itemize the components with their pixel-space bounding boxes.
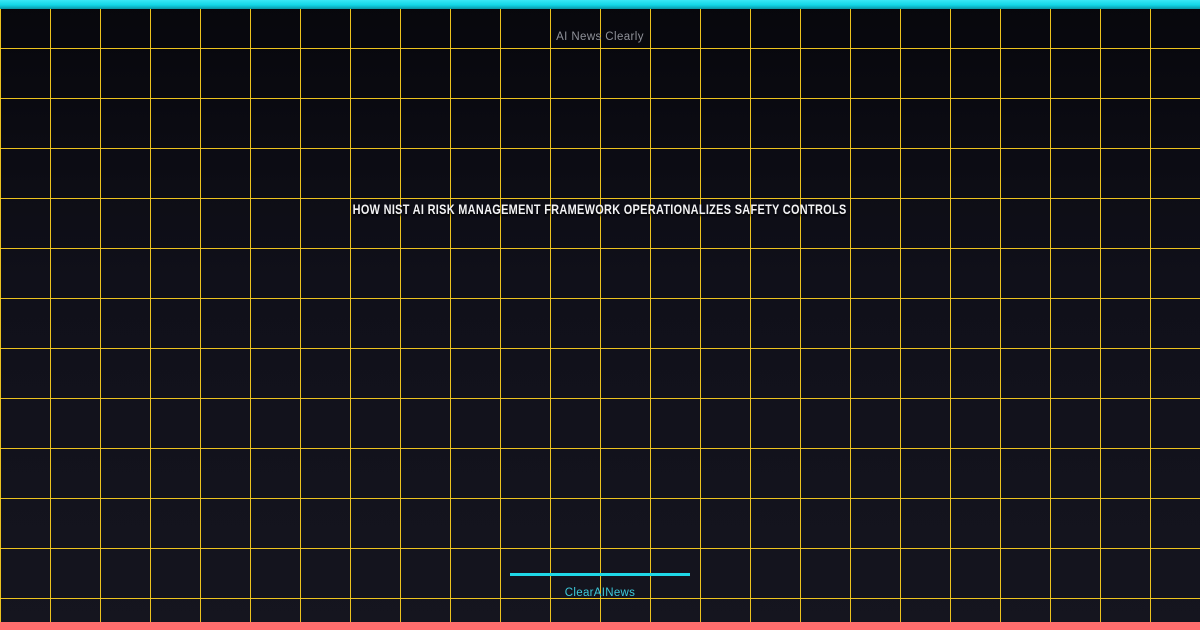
headline-title: HOW NIST AI RISK MANAGEMENT FRAMEWORK OP…: [353, 201, 847, 217]
site-label: AI News Clearly: [556, 31, 644, 43]
headline-container: HOW NIST AI RISK MANAGEMENT FRAMEWORK OP…: [0, 201, 1200, 219]
bottom-accent-bar: [0, 622, 1200, 630]
top-accent-bar: [0, 0, 1200, 9]
social-card-background: AI News Clearly HOW NIST AI RISK MANAGEM…: [0, 0, 1200, 630]
footer-divider-line: [510, 573, 690, 576]
yellow-grid-pattern: [0, 0, 1200, 630]
brand-label: ClearAINews: [564, 587, 636, 599]
